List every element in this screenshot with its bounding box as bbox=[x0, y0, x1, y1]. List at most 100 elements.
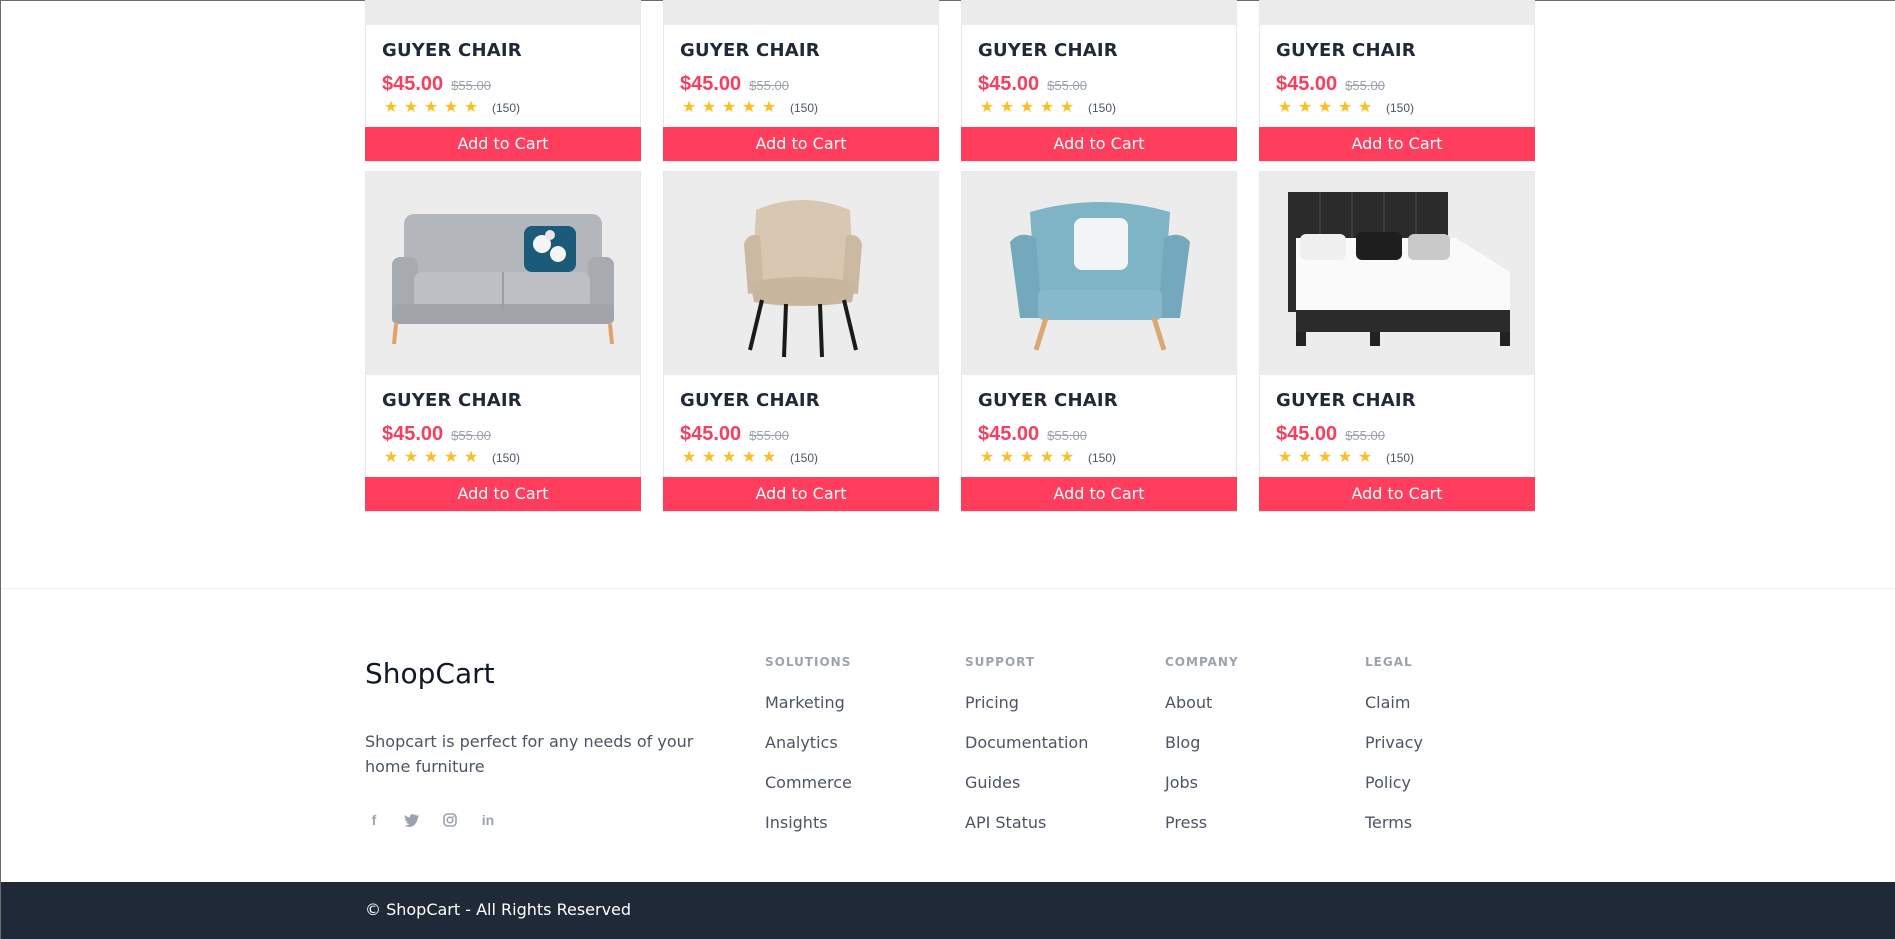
page: GUYER CHAIR $45.00 $55.00 ★ ★ ★ ★ ★ (150) Add … bbox=[0, 0, 1895, 939]
review-count: (150) bbox=[1088, 451, 1117, 465]
linkedin-icon[interactable]: in bbox=[479, 811, 497, 829]
review-count: (150) bbox=[790, 451, 819, 465]
footer-link[interactable]: API Status bbox=[965, 813, 1155, 853]
product-price: $45.00 bbox=[680, 423, 742, 445]
star-icon: ★ bbox=[701, 99, 717, 116]
star-icon: ★ bbox=[999, 99, 1015, 116]
product-card[interactable]: GUYER CHAIR $45.00 $55.00 ★ ★ ★ ★ ★ (150) Add … bbox=[663, 0, 939, 162]
review-count: (150) bbox=[790, 101, 819, 115]
footer-link[interactable]: Jobs bbox=[1165, 773, 1355, 813]
product-old-price: $55.00 bbox=[1047, 428, 1087, 443]
add-to-cart-button[interactable]: Add to Cart bbox=[1259, 477, 1535, 511]
star-icon: ★ bbox=[741, 99, 757, 116]
footer-link[interactable]: Commerce bbox=[765, 773, 955, 813]
footer-link[interactable]: Privacy bbox=[1365, 733, 1555, 773]
star-icon: ★ bbox=[1317, 449, 1333, 466]
product-price: $45.00 bbox=[978, 423, 1040, 445]
footer-column-support: SUPPORT Pricing Documentation Guides API… bbox=[965, 655, 1155, 853]
product-title[interactable]: GUYER CHAIR bbox=[978, 389, 1220, 413]
star-icon: ★ bbox=[423, 449, 439, 466]
star-icon: ★ bbox=[463, 99, 479, 116]
product-title[interactable]: GUYER CHAIR bbox=[680, 389, 922, 413]
product-old-price: $55.00 bbox=[1047, 78, 1087, 93]
product-price: $45.00 bbox=[382, 423, 444, 445]
footer: ShopCart Shopcart is perfect for any nee… bbox=[1, 589, 1895, 882]
product-image-black-bed[interactable] bbox=[1260, 172, 1534, 375]
star-icon: ★ bbox=[403, 449, 419, 466]
footer-tagline: Shopcart is perfect for any needs of you… bbox=[365, 732, 694, 776]
footer-link[interactable]: Terms bbox=[1365, 813, 1555, 853]
star-icon: ★ bbox=[403, 99, 419, 116]
product-card[interactable]: GUYER CHAIR $45.00 $55.00 ★ ★ ★ ★ ★ (150) Add … bbox=[663, 171, 939, 512]
footer-column-legal: LEGAL Claim Privacy Policy Terms bbox=[1365, 655, 1555, 853]
star-icon: ★ bbox=[463, 449, 479, 466]
star-icon: ★ bbox=[1317, 99, 1333, 116]
review-count: (150) bbox=[492, 101, 521, 115]
footer-link[interactable]: Documentation bbox=[965, 733, 1155, 773]
footer-link[interactable]: Pricing bbox=[965, 693, 1155, 733]
product-rating: ★ ★ ★ ★ ★ (150) bbox=[382, 449, 624, 467]
instagram-icon[interactable] bbox=[441, 811, 459, 829]
beige-chair-image bbox=[664, 172, 938, 375]
product-price: $45.00 bbox=[978, 73, 1040, 95]
star-icon: ★ bbox=[701, 449, 717, 466]
add-to-cart-button[interactable]: Add to Cart bbox=[663, 477, 939, 511]
add-to-cart-button[interactable]: Add to Cart bbox=[365, 477, 641, 511]
footer-heading: LEGAL bbox=[1365, 655, 1413, 669]
footer-link[interactable]: Guides bbox=[965, 773, 1155, 813]
product-image[interactable] bbox=[1260, 0, 1534, 25]
product-title[interactable]: GUYER CHAIR bbox=[680, 39, 922, 63]
product-old-price: $55.00 bbox=[1345, 78, 1385, 93]
product-title[interactable]: GUYER CHAIR bbox=[382, 389, 624, 413]
footer-link[interactable]: Claim bbox=[1365, 693, 1555, 733]
review-count: (150) bbox=[492, 451, 521, 465]
footer-brand[interactable]: ShopCart bbox=[365, 657, 495, 690]
product-card[interactable]: GUYER CHAIR $45.00 $55.00 ★ ★ ★ ★ ★ (150) Add … bbox=[1259, 171, 1535, 512]
footer-link[interactable]: Insights bbox=[765, 813, 955, 853]
add-to-cart-button[interactable]: Add to Cart bbox=[365, 127, 641, 161]
star-icon: ★ bbox=[979, 99, 995, 116]
star-icon: ★ bbox=[1337, 99, 1353, 116]
add-to-cart-button[interactable]: Add to Cart bbox=[663, 127, 939, 161]
product-title[interactable]: GUYER CHAIR bbox=[1276, 39, 1518, 63]
product-image[interactable] bbox=[664, 0, 938, 25]
footer-link[interactable]: Blog bbox=[1165, 733, 1355, 773]
footer-link[interactable]: Policy bbox=[1365, 773, 1555, 813]
product-old-price: $55.00 bbox=[749, 78, 789, 93]
product-card[interactable]: GUYER CHAIR $45.00 $55.00 ★ ★ ★ ★ ★ (150) Add … bbox=[1259, 0, 1535, 162]
product-card[interactable]: GUYER CHAIR $45.00 $55.00 ★ ★ ★ ★ ★ (150) Add … bbox=[365, 171, 641, 512]
product-title[interactable]: GUYER CHAIR bbox=[978, 39, 1220, 63]
product-card[interactable]: GUYER CHAIR $45.00 $55.00 ★ ★ ★ ★ ★ (150) Add … bbox=[961, 171, 1237, 512]
star-icon: ★ bbox=[741, 449, 757, 466]
star-icon: ★ bbox=[1277, 449, 1293, 466]
footer-link[interactable]: Press bbox=[1165, 813, 1355, 853]
product-image-blue-armchair[interactable] bbox=[962, 172, 1236, 375]
star-icon: ★ bbox=[721, 449, 737, 466]
product-card[interactable]: GUYER CHAIR $45.00 $55.00 ★ ★ ★ ★ ★ (150) Add … bbox=[365, 0, 641, 162]
add-to-cart-button[interactable]: Add to Cart bbox=[961, 127, 1237, 161]
review-count: (150) bbox=[1386, 101, 1415, 115]
product-image[interactable] bbox=[962, 0, 1236, 25]
footer-link[interactable]: Analytics bbox=[765, 733, 955, 773]
product-old-price: $55.00 bbox=[1345, 428, 1385, 443]
product-title[interactable]: GUYER CHAIR bbox=[382, 39, 624, 63]
product-card[interactable]: GUYER CHAIR $45.00 $55.00 ★ ★ ★ ★ ★ (150) Add … bbox=[961, 0, 1237, 162]
product-image[interactable] bbox=[366, 0, 640, 25]
footer-link[interactable]: About bbox=[1165, 693, 1355, 733]
product-price: $45.00 bbox=[382, 73, 444, 95]
social-links: f in bbox=[365, 811, 497, 829]
add-to-cart-button[interactable]: Add to Cart bbox=[1259, 127, 1535, 161]
footer-link[interactable]: Marketing bbox=[765, 693, 955, 733]
star-icon: ★ bbox=[1297, 449, 1313, 466]
twitter-icon[interactable] bbox=[403, 811, 421, 829]
star-icon: ★ bbox=[761, 99, 777, 116]
product-image-beige-chair[interactable] bbox=[664, 172, 938, 375]
add-to-cart-button[interactable]: Add to Cart bbox=[961, 477, 1237, 511]
footer-heading: SUPPORT bbox=[965, 655, 1036, 669]
product-title[interactable]: GUYER CHAIR bbox=[1276, 389, 1518, 413]
product-old-price: $55.00 bbox=[451, 428, 491, 443]
star-icon: ★ bbox=[383, 99, 399, 116]
facebook-icon[interactable]: f bbox=[365, 811, 383, 829]
product-image-grey-sofa[interactable] bbox=[366, 172, 640, 375]
star-icon: ★ bbox=[1019, 99, 1035, 116]
